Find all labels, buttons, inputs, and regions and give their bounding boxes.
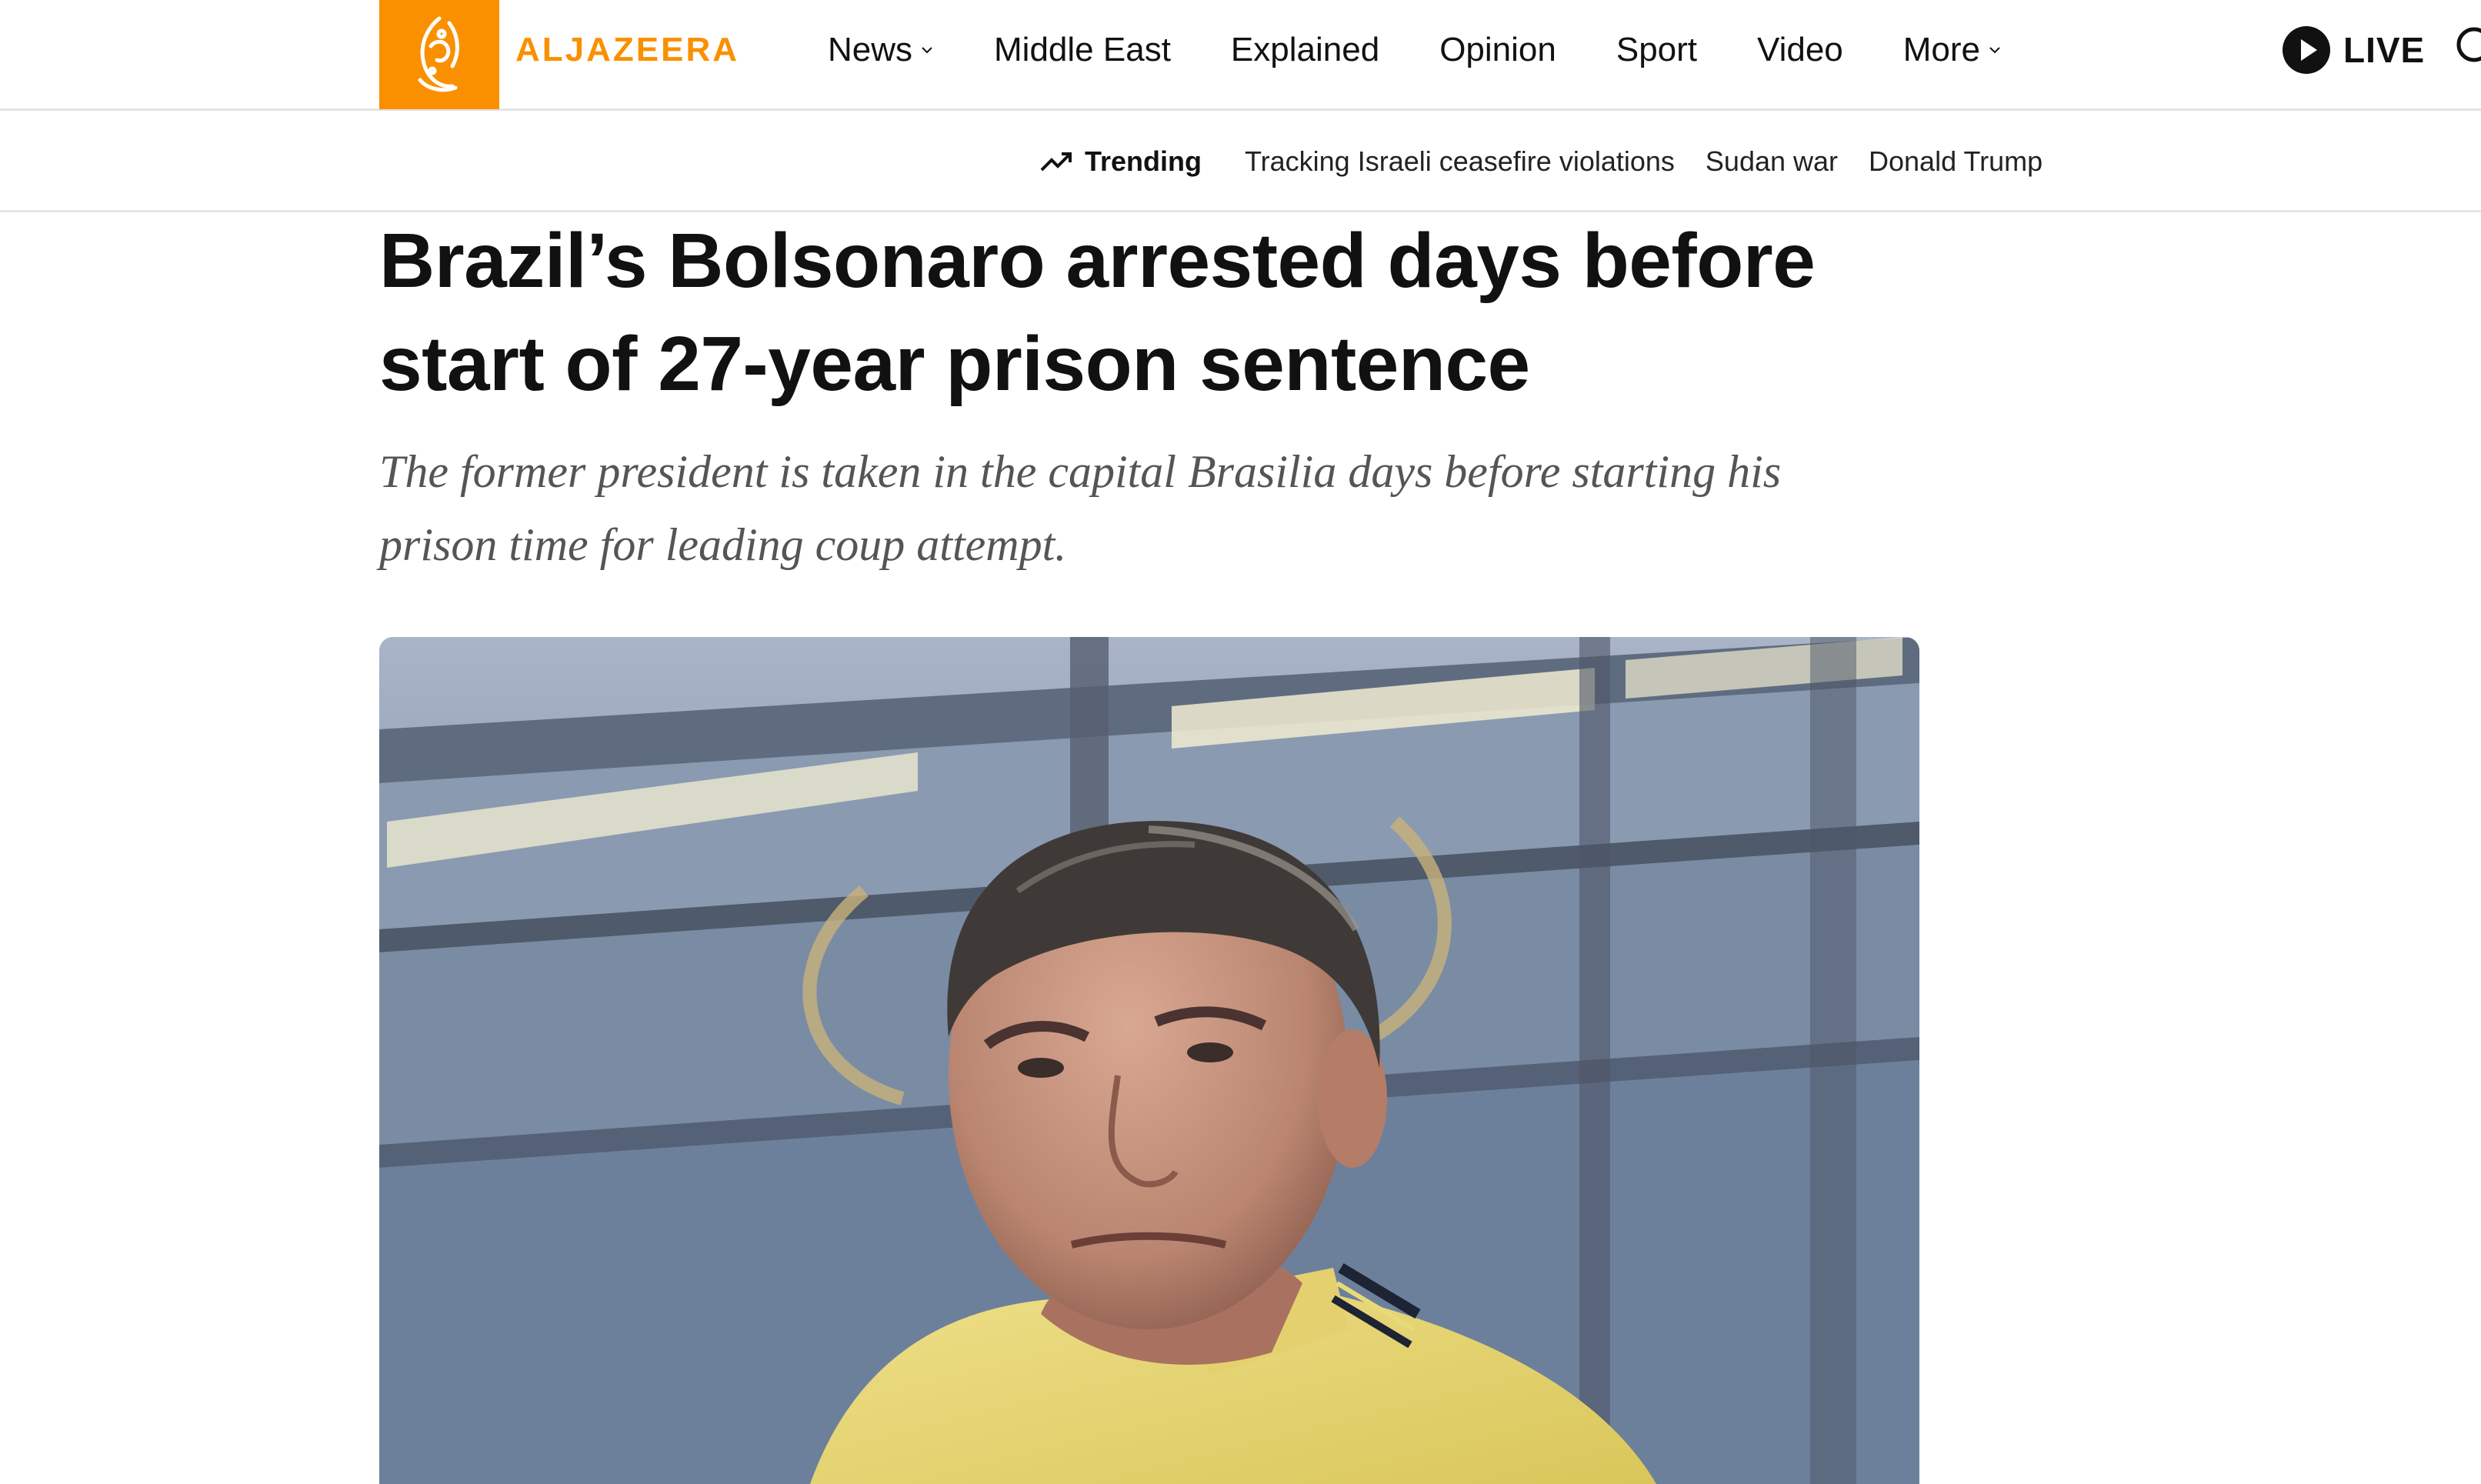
brand-wordmark[interactable]: ALJAZEERA <box>515 31 739 69</box>
chevron-down-icon <box>1989 47 2000 54</box>
trending-label: Trending <box>1085 145 1202 177</box>
main-nav: News Middle East Explained Opinion Sport… <box>828 23 2062 77</box>
site-header: ALJAZEERA News Middle East Explained Opi… <box>0 0 2481 111</box>
trending-link[interactable]: Tracking Israeli ceasefire violations <box>1245 145 1675 178</box>
chevron-down-icon <box>922 47 932 54</box>
live-button[interactable]: LIVE <box>2282 23 2425 77</box>
nav-item-label: Middle East <box>994 31 1171 68</box>
live-label: LIVE <box>2343 30 2426 70</box>
nav-item-explained[interactable]: Explained <box>1231 31 1379 69</box>
trending-up-icon <box>1040 152 1072 172</box>
nav-item-label: More <box>1902 31 1981 68</box>
search-button[interactable] <box>2451 22 2481 75</box>
trending-link[interactable]: Sudan war <box>1706 145 1838 178</box>
nav-item-middle-east[interactable]: Middle East <box>994 31 1171 69</box>
nav-item-more[interactable]: More <box>1903 31 2002 69</box>
trending-list: Trending Tracking Israeli ceasefire viol… <box>1040 142 2073 182</box>
trending-bar: Trending Tracking Israeli ceasefire viol… <box>0 111 2481 212</box>
nav-item-sport[interactable]: Sport <box>1616 31 1697 69</box>
nav-item-label: Opinion <box>1439 31 1556 68</box>
nav-item-label: Sport <box>1616 31 1698 68</box>
hero-image <box>379 637 1919 1484</box>
trending-link[interactable]: Donald Trump <box>1869 145 2042 178</box>
aljazeera-logo-icon[interactable] <box>379 0 499 109</box>
nav-item-video[interactable]: Video <box>1757 31 1843 69</box>
play-circle-icon <box>2283 26 2330 74</box>
nav-item-label: News <box>828 31 913 68</box>
trending-heading: Trending <box>1040 145 1202 178</box>
nav-item-news[interactable]: News <box>828 31 934 69</box>
nav-item-opinion[interactable]: Opinion <box>1439 31 1556 69</box>
nav-item-label: Explained <box>1230 31 1380 68</box>
article-standfirst: The former president is taken in the cap… <box>379 446 1782 570</box>
nav-item-label: Video <box>1757 31 1843 68</box>
article-headline: Brazil’s Bolsonaro arrested days before … <box>379 218 1816 407</box>
search-icon <box>2456 27 2481 62</box>
